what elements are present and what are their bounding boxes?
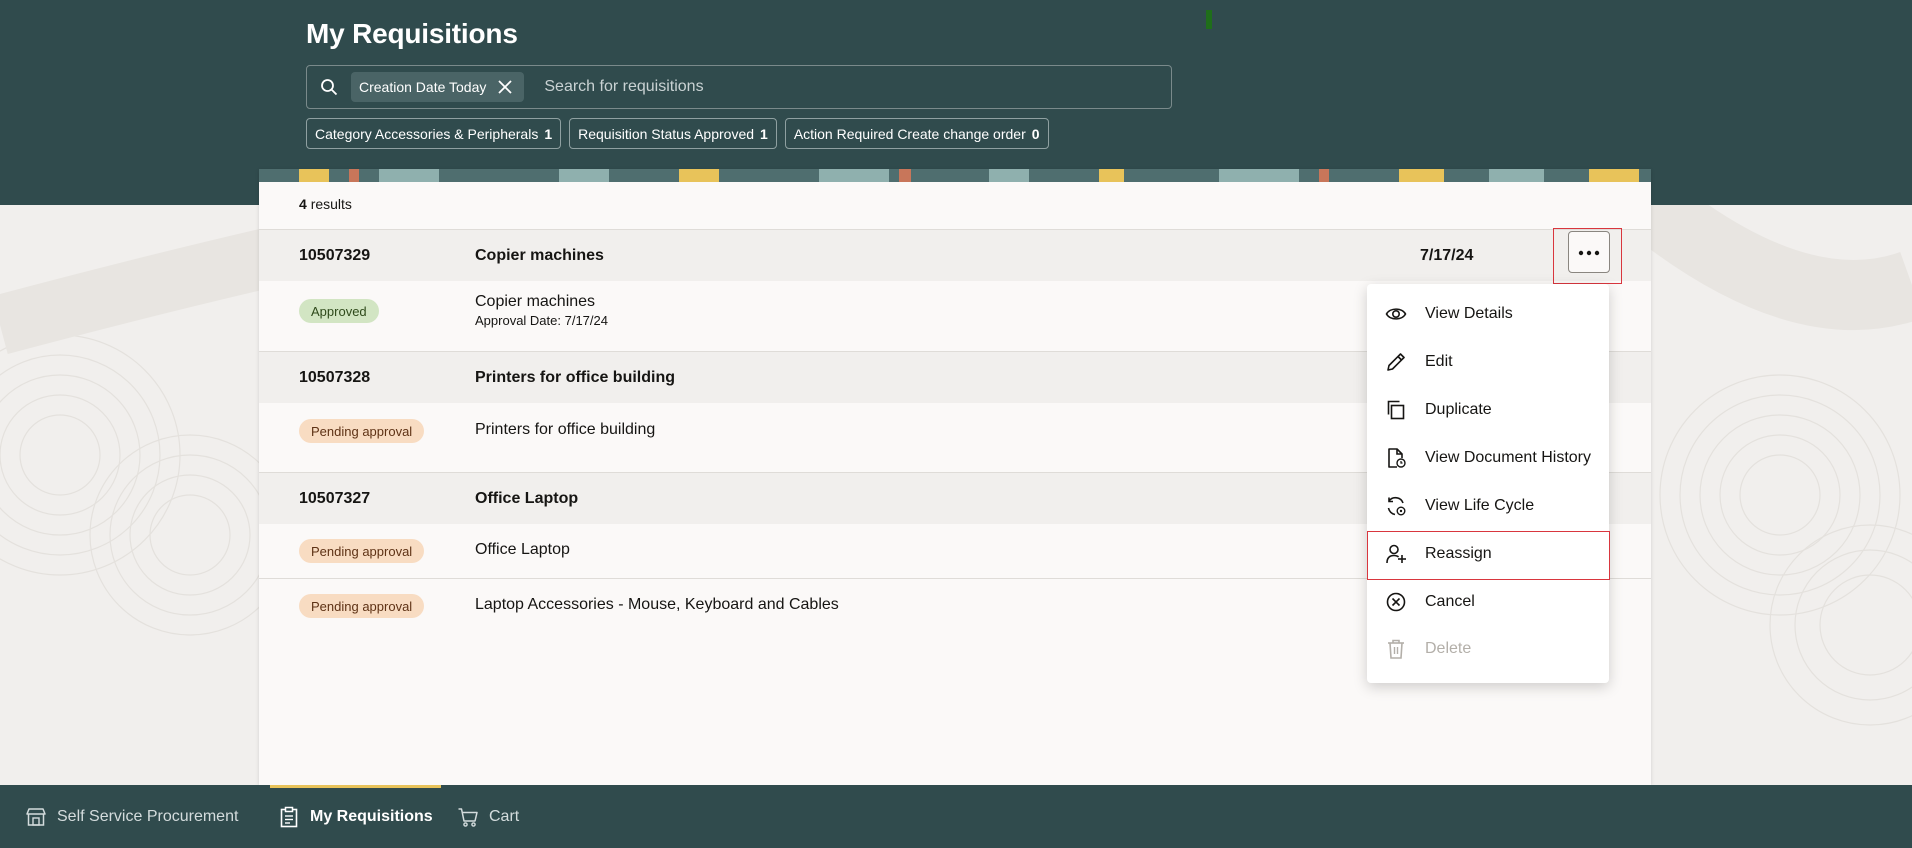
document-history-icon <box>1384 446 1408 470</box>
nav-self-service-procurement[interactable]: Self Service Procurement <box>25 785 238 848</box>
search-bar[interactable]: Creation Date Today <box>306 65 1172 109</box>
status-badge: Approved <box>299 299 379 323</box>
requisition-date: 7/17/24 <box>1420 247 1474 264</box>
filter-label: Category Accessories & Peripherals <box>315 125 539 142</box>
status-badge: Pending approval <box>299 539 425 563</box>
menu-item-label: Duplicate <box>1425 401 1492 418</box>
results-count: 4 results <box>299 196 352 212</box>
store-icon <box>25 806 47 828</box>
menu-item-label: Edit <box>1425 353 1453 370</box>
filter-category[interactable]: Category Accessories & Peripherals 1 <box>306 118 562 149</box>
nav-label: My Requisitions <box>310 807 433 825</box>
pencil-icon <box>1384 350 1408 374</box>
requisition-name: Printers for office building <box>475 369 676 386</box>
menu-item-label: View Life Cycle <box>1425 497 1535 514</box>
filter-requisition-status[interactable]: Requisition Status Approved 1 <box>569 118 777 149</box>
page-title: My Requisitions <box>306 18 518 49</box>
search-filter-chip: Creation Date Today <box>351 72 525 102</box>
nav-my-requisitions[interactable]: My Requisitions <box>270 785 441 848</box>
menu-item-label: Cancel <box>1425 593 1475 610</box>
menu-item-label: Reassign <box>1425 545 1492 562</box>
menu-item-label: View Details <box>1425 305 1513 322</box>
search-chip-label: Creation Date Today <box>359 79 487 95</box>
life-cycle-icon <box>1384 494 1408 518</box>
menu-item-cancel[interactable]: Cancel <box>1367 578 1609 626</box>
filter-label: Requisition Status Approved <box>578 125 755 142</box>
clipboard-icon <box>278 806 300 828</box>
menu-item-view-life-cycle[interactable]: View Life Cycle <box>1367 482 1609 530</box>
line-description: Laptop Accessories - Mouse, Keyboard and… <box>475 596 839 613</box>
status-indicator <box>1206 10 1212 29</box>
menu-item-duplicate[interactable]: Duplicate <box>1367 386 1609 434</box>
actions-menu: View Details Edit Duplicate View Documen… <box>1367 284 1609 683</box>
remove-chip-icon[interactable] <box>494 76 516 98</box>
nav-cart[interactable]: Cart <box>457 785 519 848</box>
search-icon <box>307 65 351 109</box>
cart-icon <box>457 806 479 828</box>
line-description: Printers for office building <box>475 421 656 438</box>
requisition-number: 10507327 <box>299 490 371 507</box>
ellipsis-icon <box>1578 243 1600 261</box>
menu-item-label: View Document History <box>1425 449 1591 466</box>
menu-item-delete: Delete <box>1367 625 1609 673</box>
menu-item-edit[interactable]: Edit <box>1367 338 1609 386</box>
filter-action-required[interactable]: Action Required Create change order 0 <box>784 118 1049 149</box>
requisition-name: Copier machines <box>475 247 604 264</box>
line-description: Copier machines <box>475 293 596 310</box>
eye-icon <box>1384 302 1408 326</box>
filter-count: 1 <box>760 125 768 142</box>
menu-item-view-details[interactable]: View Details <box>1367 290 1609 338</box>
person-add-icon <box>1384 542 1408 566</box>
status-badge: Pending approval <box>299 419 425 443</box>
nav-label: Cart <box>489 807 520 825</box>
requisition-number: 10507329 <box>299 247 371 264</box>
menu-item-view-document-history[interactable]: View Document History <box>1367 434 1609 482</box>
trash-icon <box>1384 637 1408 661</box>
filter-count: 1 <box>544 125 553 142</box>
copy-icon <box>1384 398 1408 422</box>
search-input[interactable] <box>524 67 1171 107</box>
cancel-circle-icon <box>1384 590 1408 614</box>
requisition-header[interactable]: 10507329 Copier machines 7/17/24 <box>259 229 1651 281</box>
requisition-name: Office Laptop <box>475 490 579 507</box>
requisition-number: 10507328 <box>299 369 371 386</box>
menu-item-label: Delete <box>1425 640 1472 657</box>
more-actions-button[interactable] <box>1568 231 1610 273</box>
menu-item-reassign[interactable]: Reassign <box>1367 530 1609 578</box>
line-approval-date: Approval Date: 7/17/24 <box>475 313 608 328</box>
filter-chips: Category Accessories & Peripherals 1 Req… <box>306 118 1049 149</box>
nav-label: Self Service Procurement <box>57 807 239 825</box>
bottom-navigation: Self Service Procurement My Requisitions… <box>0 785 1912 848</box>
line-description: Office Laptop <box>475 541 570 558</box>
filter-count: 0 <box>1031 125 1040 142</box>
status-badge: Pending approval <box>299 594 425 618</box>
decorative-banner <box>259 169 1651 182</box>
filter-label: Action Required Create change order <box>793 125 1026 142</box>
